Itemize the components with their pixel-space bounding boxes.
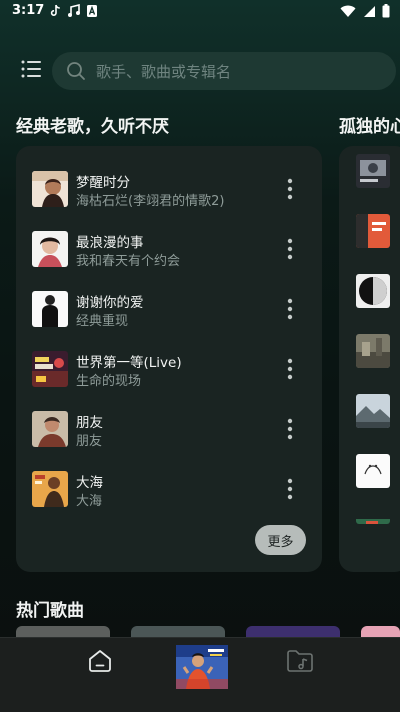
classics-card: 梦醒时分 海枯石烂(李翊君的情歌2) 最浪漫的事 我和春天有个约会 谢谢你的爱 … — [16, 146, 322, 572]
home-icon[interactable] — [87, 648, 113, 674]
song-subtitle: 我和春天有个约会 — [76, 254, 181, 269]
album-cover — [32, 471, 68, 507]
section-title-classics: 经典老歌，久听不厌 — [16, 117, 169, 137]
wifi-icon — [340, 5, 356, 17]
album-cover — [32, 411, 68, 447]
song-title: 梦醒时分 — [76, 175, 130, 191]
now-playing-cover[interactable] — [176, 645, 228, 689]
song-title: 最浪漫的事 — [76, 235, 144, 251]
album-cover[interactable] — [356, 454, 390, 488]
song-row[interactable]: 大海 大海 — [16, 463, 322, 515]
status-bar: 3:17 — [0, 0, 400, 24]
more-options-icon[interactable] — [282, 357, 298, 381]
song-subtitle: 大海 — [76, 494, 103, 509]
section-title-lonely[interactable]: 孤独的心 — [339, 112, 400, 137]
music-note-icon — [68, 4, 80, 17]
album-cover[interactable] — [356, 154, 390, 188]
song-subtitle: 经典重现 — [76, 314, 129, 329]
song-row[interactable]: 梦醒时分 海枯石烂(李翊君的情歌2) — [16, 163, 322, 215]
more-options-icon[interactable] — [282, 297, 298, 321]
song-subtitle: 生命的现场 — [76, 374, 142, 389]
song-row[interactable]: 世界第一等(Live) 生命的现场 — [16, 343, 322, 395]
more-options-icon[interactable] — [282, 477, 298, 501]
song-title: 谢谢你的爱 — [76, 295, 144, 311]
lonely-card — [339, 146, 400, 572]
song-subtitle: 海枯石烂(李翊君的情歌2) — [76, 194, 225, 209]
album-cover — [32, 351, 68, 387]
menu-list-icon — [21, 60, 41, 78]
notification-icons — [50, 4, 98, 18]
section-title-lonely-clip: 孤独的心 — [339, 112, 400, 138]
album-cover — [32, 231, 68, 267]
system-icons — [340, 4, 390, 18]
section-title-hot: 热门歌曲 — [16, 601, 84, 621]
album-cover[interactable] — [356, 334, 390, 368]
more-options-icon[interactable] — [282, 177, 298, 201]
status-time: 3:17 — [12, 3, 45, 18]
album-cover[interactable] — [356, 214, 390, 248]
album-cover[interactable] — [356, 274, 390, 308]
app-notification-icon — [87, 5, 97, 17]
album-cover[interactable] — [356, 514, 390, 524]
battery-icon — [382, 4, 390, 18]
search-input[interactable]: 歌手、歌曲或专辑名 — [52, 52, 396, 90]
music-folder-icon[interactable] — [286, 648, 314, 674]
album-cover[interactable] — [356, 394, 390, 428]
song-title: 朋友 — [76, 415, 103, 431]
more-button[interactable]: 更多 — [255, 525, 306, 555]
signal-icon — [364, 5, 375, 17]
song-row[interactable]: 朋友 朋友 — [16, 403, 322, 455]
menu-button[interactable] — [20, 58, 44, 80]
song-row[interactable]: 最浪漫的事 我和春天有个约会 — [16, 223, 322, 275]
song-title: 世界第一等(Live) — [76, 355, 182, 371]
album-cover — [32, 171, 68, 207]
more-options-icon[interactable] — [282, 237, 298, 261]
search-icon — [67, 62, 85, 80]
song-subtitle: 朋友 — [76, 434, 103, 449]
search-placeholder: 歌手、歌曲或专辑名 — [96, 62, 232, 81]
tiktok-icon — [50, 4, 60, 16]
album-cover — [32, 291, 68, 327]
more-options-icon[interactable] — [282, 417, 298, 441]
song-row[interactable]: 谢谢你的爱 经典重现 — [16, 283, 322, 335]
song-title: 大海 — [76, 475, 103, 491]
